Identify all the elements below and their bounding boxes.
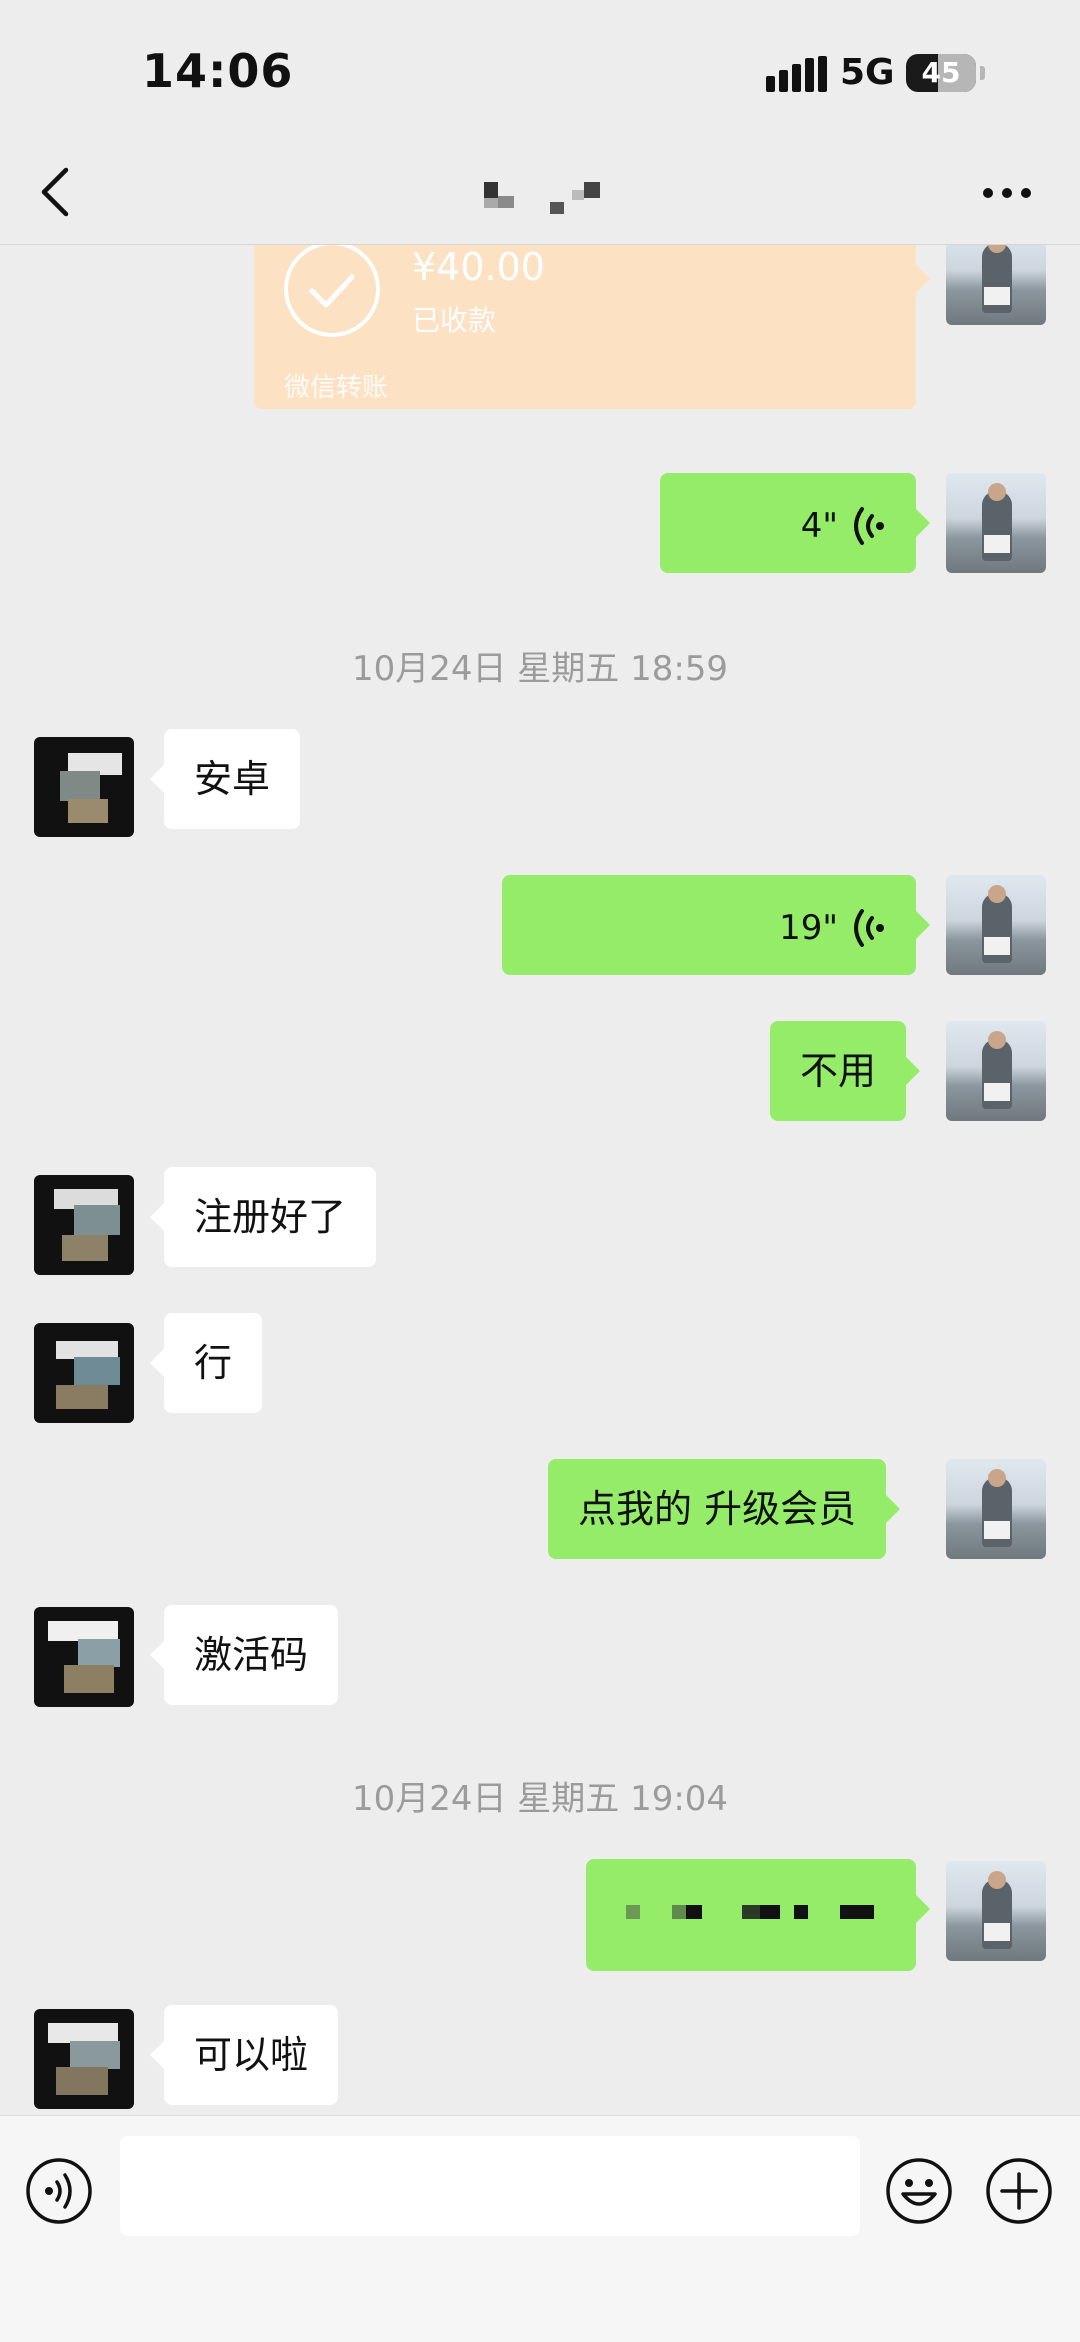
cellular-signal-icon — [766, 56, 827, 92]
my-avatar[interactable] — [946, 1459, 1046, 1559]
contact-name-pixelated — [484, 182, 600, 214]
transfer-card[interactable]: ¥40.00 已收款 微信转账 — [254, 245, 930, 409]
my-avatar[interactable] — [946, 875, 1046, 975]
battery-level: 45 — [921, 56, 961, 89]
sent-message[interactable]: 不用 — [770, 1021, 921, 1121]
received-message[interactable]: 激活码 — [149, 1605, 339, 1705]
my-avatar[interactable] — [946, 245, 1046, 325]
voice-input-icon[interactable] — [24, 2156, 94, 2226]
message-input[interactable] — [120, 2136, 860, 2236]
contact-avatar[interactable] — [34, 2009, 134, 2109]
contact-avatar[interactable] — [34, 1323, 134, 1423]
voice-wave-icon — [854, 506, 884, 545]
my-avatar[interactable] — [946, 1861, 1046, 1961]
more-icon[interactable] — [982, 186, 1032, 200]
my-avatar[interactable] — [946, 1021, 1046, 1121]
message-list[interactable]: ¥40.00 已收款 微信转账 4" 10月24日 星期五 18:59 安卓 1… — [0, 245, 1080, 2115]
voice-message[interactable]: 4" — [660, 473, 930, 573]
contact-avatar[interactable] — [34, 1607, 134, 1707]
emoji-icon[interactable] — [884, 2156, 954, 2226]
input-bar — [0, 2115, 1080, 2342]
status-bar: 14:06 5G 45 — [0, 0, 1080, 140]
received-message[interactable]: 注册好了 — [149, 1167, 377, 1267]
sent-message-pixelated[interactable] — [586, 1859, 930, 1971]
contact-avatar[interactable] — [34, 1175, 134, 1275]
contact-avatar[interactable] — [34, 737, 134, 837]
sent-message[interactable]: 点我的 升级会员 — [548, 1459, 901, 1559]
battery-tip — [980, 66, 985, 80]
plus-icon[interactable] — [984, 2156, 1054, 2226]
received-message[interactable]: 行 — [149, 1313, 263, 1413]
voice-message[interactable]: 19" — [502, 875, 930, 975]
message-timestamp: 10月24日 星期五 18:59 — [351, 649, 729, 689]
received-message[interactable]: 安卓 — [149, 729, 301, 829]
transfer-label: 微信转账 — [284, 373, 389, 403]
my-avatar[interactable] — [946, 473, 1046, 573]
network-type: 5G — [840, 52, 895, 93]
transfer-status: 已收款 — [412, 304, 497, 337]
received-message[interactable]: 可以啦 — [149, 2005, 339, 2105]
chevron-left-icon[interactable] — [36, 166, 76, 218]
status-time: 14:06 — [142, 44, 294, 98]
battery-icon: 45 — [906, 54, 976, 92]
message-timestamp: 10月24日 星期五 19:04 — [351, 1779, 729, 1819]
transfer-amount: ¥40.00 — [412, 245, 545, 289]
voice-duration: 19" — [779, 907, 838, 948]
voice-wave-icon — [854, 908, 884, 947]
check-circle-icon — [284, 245, 380, 337]
voice-duration: 4" — [800, 505, 838, 546]
chat-header — [0, 140, 1080, 245]
